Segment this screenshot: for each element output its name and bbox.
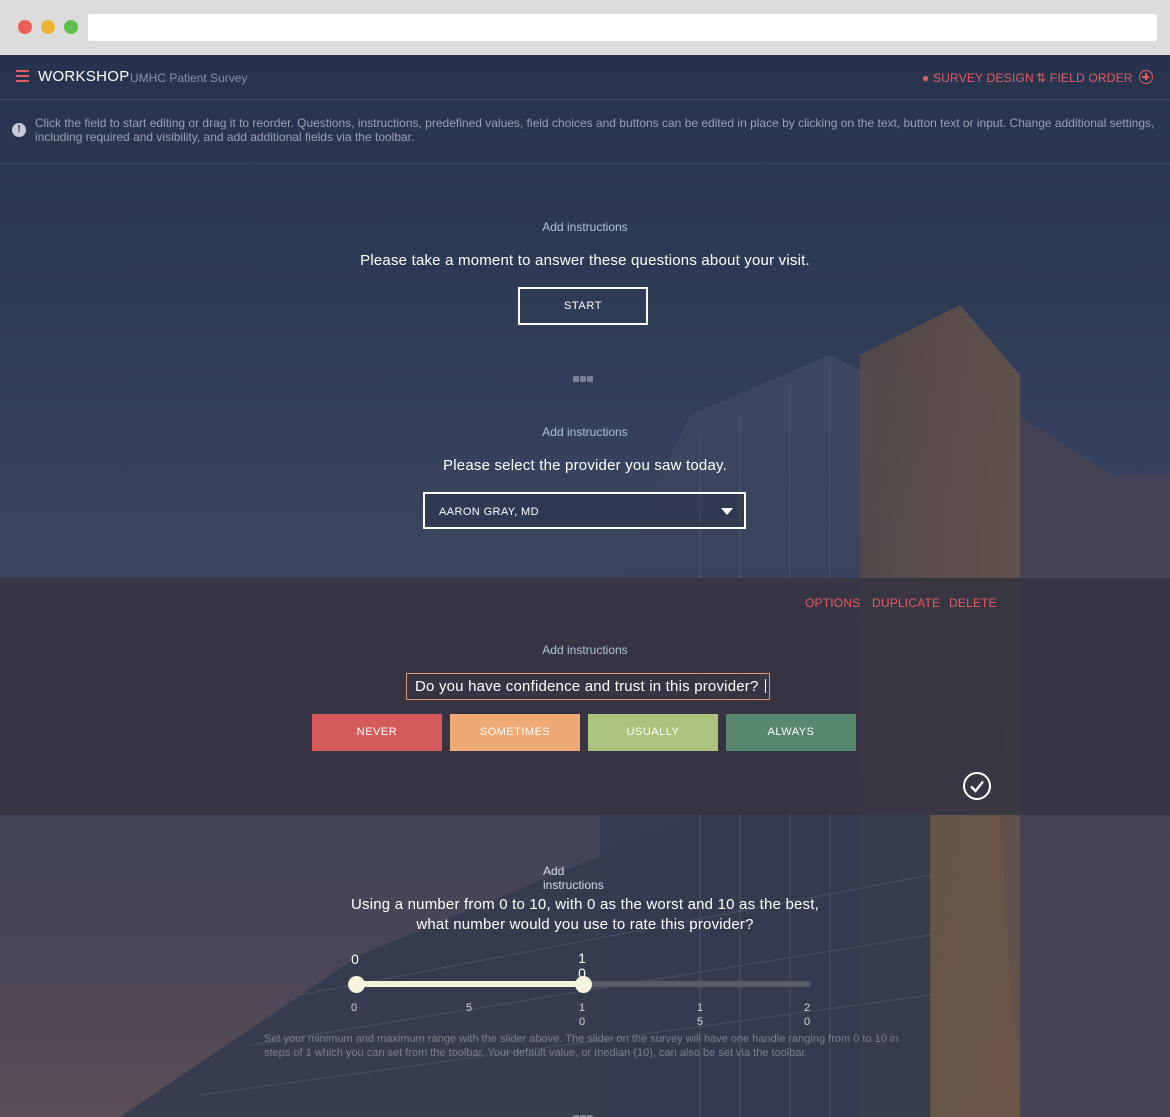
field-order-link[interactable]: ⇅ FIELD ORDER xyxy=(1036,71,1133,85)
active-field-panel[interactable]: OPTIONS DUPLICATE DELETE Add instruction… xyxy=(0,578,1170,815)
slider-range-fill xyxy=(356,981,583,987)
slider-help-text: Set your minimum and maximum range with … xyxy=(264,1033,899,1059)
rating-add-instructions[interactable]: Add instructions xyxy=(543,864,604,892)
provider-question[interactable]: Please select the provider you saw today… xyxy=(0,457,1170,474)
browser-chrome xyxy=(0,0,1170,55)
slider-min-value: 0 xyxy=(351,951,359,967)
choice-never-button[interactable]: NEVER xyxy=(312,714,442,751)
survey-design-label: SURVEY DESIGN xyxy=(932,71,1034,85)
drag-handle-icon[interactable] xyxy=(573,369,594,387)
sort-icon: ⇅ xyxy=(1036,71,1050,85)
droplet-icon: ● xyxy=(922,71,933,85)
start-button[interactable]: START xyxy=(518,287,648,325)
rating-question-line2: what number would you use to rate this p… xyxy=(416,916,754,933)
add-field-plus-icon[interactable] xyxy=(1139,70,1153,84)
text-cursor xyxy=(764,679,766,693)
top-nav: WORKSHOP UMHC Patient Survey ● SURVEY DE… xyxy=(0,55,1170,100)
slider-tick: 15 xyxy=(696,1002,704,1028)
survey-name: UMHC Patient Survey xyxy=(130,71,248,85)
slider-tick: 0 xyxy=(350,1002,358,1014)
duplicate-link[interactable]: DUPLICATE xyxy=(872,596,940,610)
trust-question-text: Do you have confidence and trust in this… xyxy=(415,678,759,695)
chevron-down-icon xyxy=(721,508,733,515)
slider-min-handle[interactable] xyxy=(348,976,365,993)
slider-tick: 20 xyxy=(803,1002,811,1028)
intro-add-instructions[interactable]: Add instructions xyxy=(0,220,1170,234)
provider-select[interactable]: AARON GRAY, MD xyxy=(423,492,746,529)
maximize-window-button[interactable] xyxy=(64,20,78,34)
slider-tick: 5 xyxy=(465,1002,473,1014)
close-window-button[interactable] xyxy=(18,20,32,34)
trust-add-instructions[interactable]: Add instructions xyxy=(0,643,1170,657)
info-text: Click the field to start editing or drag… xyxy=(35,116,1155,144)
field-order-label: FIELD ORDER xyxy=(1049,71,1133,85)
slider-max-value-line1: 1 xyxy=(578,950,586,966)
delete-link[interactable]: DELETE xyxy=(949,596,997,610)
info-bar: ! Click the field to start editing or dr… xyxy=(0,100,1170,164)
rating-add-instructions-line1: Add xyxy=(543,864,565,878)
app-viewport: WORKSHOP UMHC Patient Survey ● SURVEY DE… xyxy=(0,55,1170,1117)
choice-sometimes-button[interactable]: SOMETIMES xyxy=(450,714,580,751)
slider-tick: 10 xyxy=(578,1002,586,1028)
rating-question-line1: Using a number from 0 to 10, with 0 as t… xyxy=(350,896,819,913)
intro-question[interactable]: Please take a moment to answer these que… xyxy=(0,252,1170,269)
rating-question[interactable]: Using a number from 0 to 10, with 0 as t… xyxy=(0,895,1170,935)
confirm-check-icon[interactable] xyxy=(963,772,991,800)
drag-handle-icon[interactable] xyxy=(573,1108,594,1117)
address-bar[interactable] xyxy=(88,14,1157,41)
choice-usually-button[interactable]: USUALLY xyxy=(588,714,718,751)
choice-always-button[interactable]: ALWAYS xyxy=(726,714,856,751)
rating-add-instructions-line2: instructions xyxy=(543,878,604,892)
options-link[interactable]: OPTIONS xyxy=(805,596,860,610)
provider-add-instructions[interactable]: Add instructions xyxy=(0,425,1170,439)
survey-design-link[interactable]: ● SURVEY DESIGN xyxy=(922,71,1034,85)
slider-max-handle[interactable] xyxy=(575,976,592,993)
brand-title: WORKSHOP xyxy=(38,68,130,85)
hamburger-menu-icon[interactable] xyxy=(16,70,29,82)
trust-question-input[interactable]: Do you have confidence and trust in this… xyxy=(406,673,770,700)
info-icon: ! xyxy=(12,123,26,137)
provider-select-value: AARON GRAY, MD xyxy=(439,506,539,518)
minimize-window-button[interactable] xyxy=(41,20,55,34)
